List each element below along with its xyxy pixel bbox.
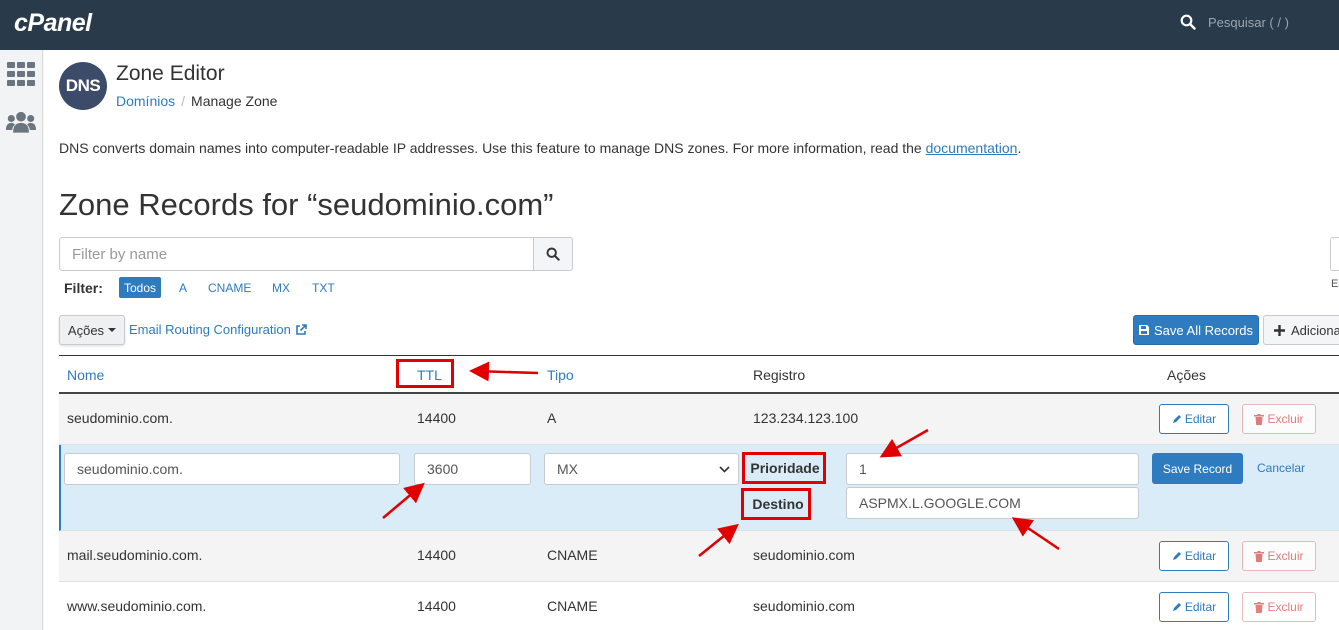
destino-input[interactable]: ASPMX.L.GOOGLE.COM [846,487,1139,519]
filter-mx[interactable]: MX [267,277,295,298]
grid-icon[interactable] [6,60,36,88]
table-header: Nome TTL Tipo Registro Ações [59,355,1339,394]
edit-button[interactable]: Editar [1159,404,1229,434]
table-row: mail.seudominio.com. 14400 CNAME seudomi… [59,531,1339,582]
table-row-editing: seudominio.com. 3600 MX Prioridade 1 Des… [59,445,1339,531]
annotation-box-ttl [396,359,454,388]
col-nome[interactable]: Nome [67,367,104,383]
global-search[interactable]: Pesquisar ( / ) [1180,14,1289,30]
acoes-label: Ações [67,322,105,338]
right-cut-off-text: Es [1331,278,1339,290]
edit-ttl-input[interactable]: 3600 [414,453,531,485]
documentation-link[interactable]: documentation [926,140,1018,156]
filter-cname[interactable]: CNAME [203,277,256,298]
cell-tipo: CNAME [547,598,598,614]
filter-txt[interactable]: TXT [307,277,340,298]
cancel-link[interactable]: Cancelar [1257,461,1305,475]
cell-nome: seudominio.com. [67,410,173,426]
delete-button[interactable]: Excluir [1242,541,1316,571]
annotation-box-prioridade [742,452,826,484]
zone-records-heading: Zone Records for “seudominio.com” [59,187,554,222]
description-text: DNS converts domain names into computer-… [59,140,926,156]
email-routing-label: Email Routing Configuration [129,322,291,337]
cell-registro: 123.234.123.100 [753,410,859,426]
cell-tipo: A [547,410,557,426]
trash-icon [1254,550,1265,562]
users-icon[interactable] [6,108,36,136]
main-content: DNS Zone Editor Domínios / Manage Zone DNS… [44,50,1339,630]
page-description: DNS converts domain names into computer-… [59,140,1021,156]
adicionar-button[interactable]: Adiciona [1263,315,1339,345]
top-navbar: cPanel Pesquisar ( / ) [0,0,1339,50]
external-link-icon [296,323,307,335]
cell-ttl: 14400 [417,598,456,614]
caret-down-icon [108,328,117,332]
edit-button[interactable]: Editar [1159,592,1229,622]
breadcrumb-dominios[interactable]: Domínios [116,93,175,109]
trash-icon [1254,601,1265,613]
table-row: www.seudominio.com. 14400 CNAME seudomin… [59,582,1339,630]
edit-label: Editar [1184,412,1217,426]
col-acoes: Ações [1167,367,1206,383]
cell-nome: mail.seudominio.com. [67,547,203,563]
cell-ttl: 14400 [417,410,456,426]
search-icon [546,247,560,261]
col-tipo[interactable]: Tipo [547,367,574,383]
chevron-down-icon [719,465,730,473]
cpanel-logo[interactable]: cPanel [14,9,92,38]
pencil-icon [1172,603,1181,611]
filter-a[interactable]: A [174,277,192,298]
edit-label: Editar [1184,600,1217,614]
acoes-dropdown-button[interactable]: Ações [59,315,125,345]
tipo-selected-value: MX [557,461,578,477]
save-all-label: Save All Records [1154,322,1253,338]
plus-icon [1274,324,1285,336]
email-routing-link[interactable]: Email Routing Configuration [129,322,307,337]
dns-app-icon: DNS [59,62,107,110]
edit-nome-input[interactable]: seudominio.com. [64,453,400,485]
breadcrumb-separator: / [181,93,186,109]
breadcrumb-current: Manage Zone [191,93,278,109]
delete-button[interactable]: Excluir [1242,592,1316,622]
save-all-records-button[interactable]: Save All Records [1133,315,1259,345]
delete-button[interactable]: Excluir [1242,404,1316,434]
pencil-icon [1172,552,1181,560]
description-end: . [1017,140,1022,156]
col-registro: Registro [753,367,806,383]
edit-tipo-select[interactable]: MX [544,453,739,485]
cell-tipo: CNAME [547,547,598,563]
cell-registro: seudominio.com [753,598,855,614]
delete-label: Excluir [1267,600,1304,614]
floppy-disk-icon [1139,325,1149,335]
cell-ttl: 14400 [417,547,456,563]
prioridade-input[interactable]: 1 [846,453,1139,485]
cell-nome: www.seudominio.com. [67,598,207,614]
edit-label: Editar [1184,549,1217,563]
delete-label: Excluir [1267,549,1304,563]
filter-by-name-input[interactable]: Filter by name [59,237,534,271]
cell-registro: seudominio.com [753,547,855,563]
filter-search-button[interactable] [533,237,573,271]
right-cut-off-input[interactable] [1330,237,1339,271]
search-placeholder[interactable]: Pesquisar ( / ) [1208,15,1289,30]
page-title: Zone Editor [116,62,225,85]
trash-icon [1254,413,1265,425]
pencil-icon [1172,415,1181,423]
save-record-button[interactable]: Save Record [1152,453,1243,484]
dns-icon-text: DNS [65,76,101,95]
breadcrumb: Domínios / Manage Zone [116,93,277,109]
left-sidebar [0,50,43,630]
adicionar-label: Adiciona [1291,322,1339,338]
delete-label: Excluir [1267,412,1304,426]
filter-todos[interactable]: Todos [119,277,162,298]
search-icon [1180,14,1196,30]
filter-label: Filter: [64,280,103,296]
annotation-box-destino [741,488,811,520]
edit-button[interactable]: Editar [1159,541,1229,571]
table-row: seudominio.com. 14400 A 123.234.123.100 … [59,394,1339,445]
